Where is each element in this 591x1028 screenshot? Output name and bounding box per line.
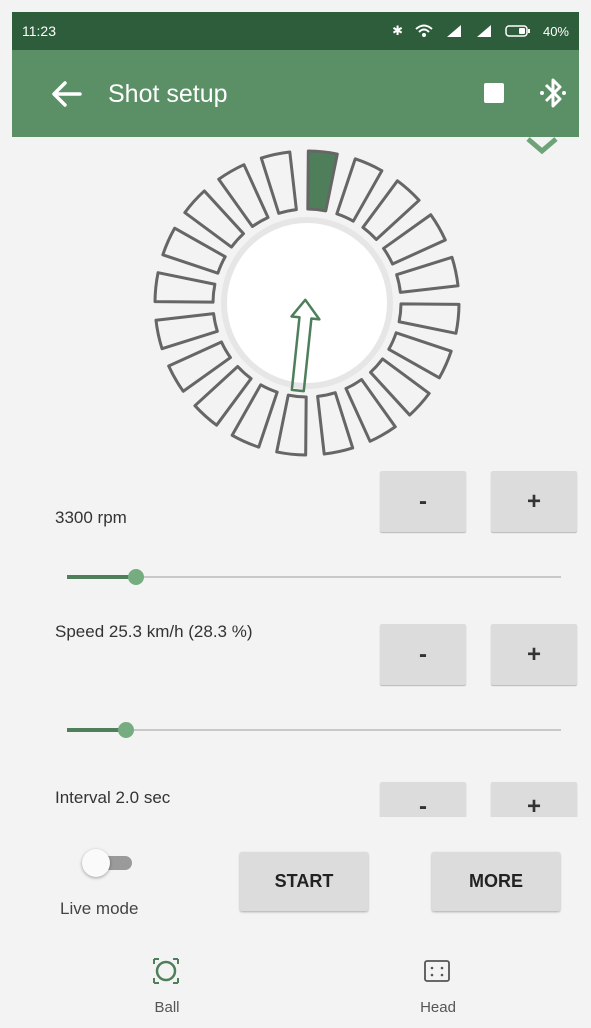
interval-label: Interval 2.0 sec	[55, 788, 171, 807]
dial-segment[interactable]	[316, 391, 355, 456]
rpm-slider-thumb[interactable]	[128, 569, 144, 585]
bluetooth-icon[interactable]	[538, 74, 568, 112]
chevron-down-icon	[526, 137, 558, 155]
battery-percent: 40%	[542, 23, 569, 39]
speed-slider[interactable]	[67, 720, 561, 740]
live-mode-label: Live mode	[60, 899, 139, 918]
wifi-icon	[415, 24, 433, 37]
speed-label: Speed 25.3 km/h (28.3 %)	[55, 622, 253, 641]
dial-segment[interactable]	[397, 302, 461, 335]
status-time: 11:23	[22, 23, 56, 39]
bottom-panel: Live mode START MORE Ball Head	[12, 817, 579, 1028]
rpm-plus-button[interactable]: +	[491, 471, 577, 532]
nav-head-label: Head	[420, 999, 456, 1016]
back-arrow-icon[interactable]	[50, 77, 84, 111]
dial-segment[interactable]	[306, 149, 339, 213]
dial-segment[interactable]	[275, 393, 308, 457]
ball-icon	[153, 958, 179, 984]
nav-item-ball[interactable]: Ball	[107, 957, 227, 1027]
toggle-knob	[82, 849, 110, 877]
status-icons: ✱ 40%	[392, 23, 569, 39]
live-mode-toggle[interactable]	[82, 847, 134, 877]
dial-segment[interactable]	[153, 271, 217, 304]
status-bar: 11:23 ✱ 40%	[12, 12, 579, 50]
dial-segment[interactable]	[395, 255, 460, 294]
rpm-label: 3300 rpm	[55, 508, 127, 527]
rpm-slider-fill	[67, 575, 136, 579]
app-bar: Shot setup	[12, 50, 579, 137]
signal-icon	[446, 25, 461, 37]
more-button[interactable]: MORE	[432, 852, 560, 911]
interval-minus-button[interactable]: -	[380, 782, 466, 817]
speed-slider-thumb[interactable]	[118, 722, 134, 738]
start-button[interactable]: START	[240, 852, 368, 911]
rpm-slider[interactable]	[67, 567, 561, 587]
speed-plus-button[interactable]: +	[491, 624, 577, 685]
head-icon	[424, 960, 450, 982]
rpm-minus-button[interactable]: -	[380, 471, 466, 532]
page-title: Shot setup	[108, 80, 228, 108]
signal-icon	[476, 25, 491, 37]
speed-minus-button[interactable]: -	[380, 624, 466, 685]
nav-item-head[interactable]: Head	[378, 957, 498, 1027]
dial-segment[interactable]	[154, 312, 219, 351]
speed-slider-track	[67, 729, 561, 731]
bluetooth-icon: ✱	[392, 23, 403, 38]
direction-dial[interactable]	[147, 143, 467, 463]
shot-setup-content[interactable]: 3300 rpm - + Speed 25.3 km/h (28.3 %) - …	[12, 137, 579, 817]
nav-ball-label: Ball	[154, 999, 180, 1016]
stop-icon[interactable]	[484, 83, 504, 103]
dial-segment[interactable]	[259, 150, 298, 215]
interval-plus-button[interactable]: +	[491, 782, 577, 817]
battery-icon	[505, 25, 530, 37]
